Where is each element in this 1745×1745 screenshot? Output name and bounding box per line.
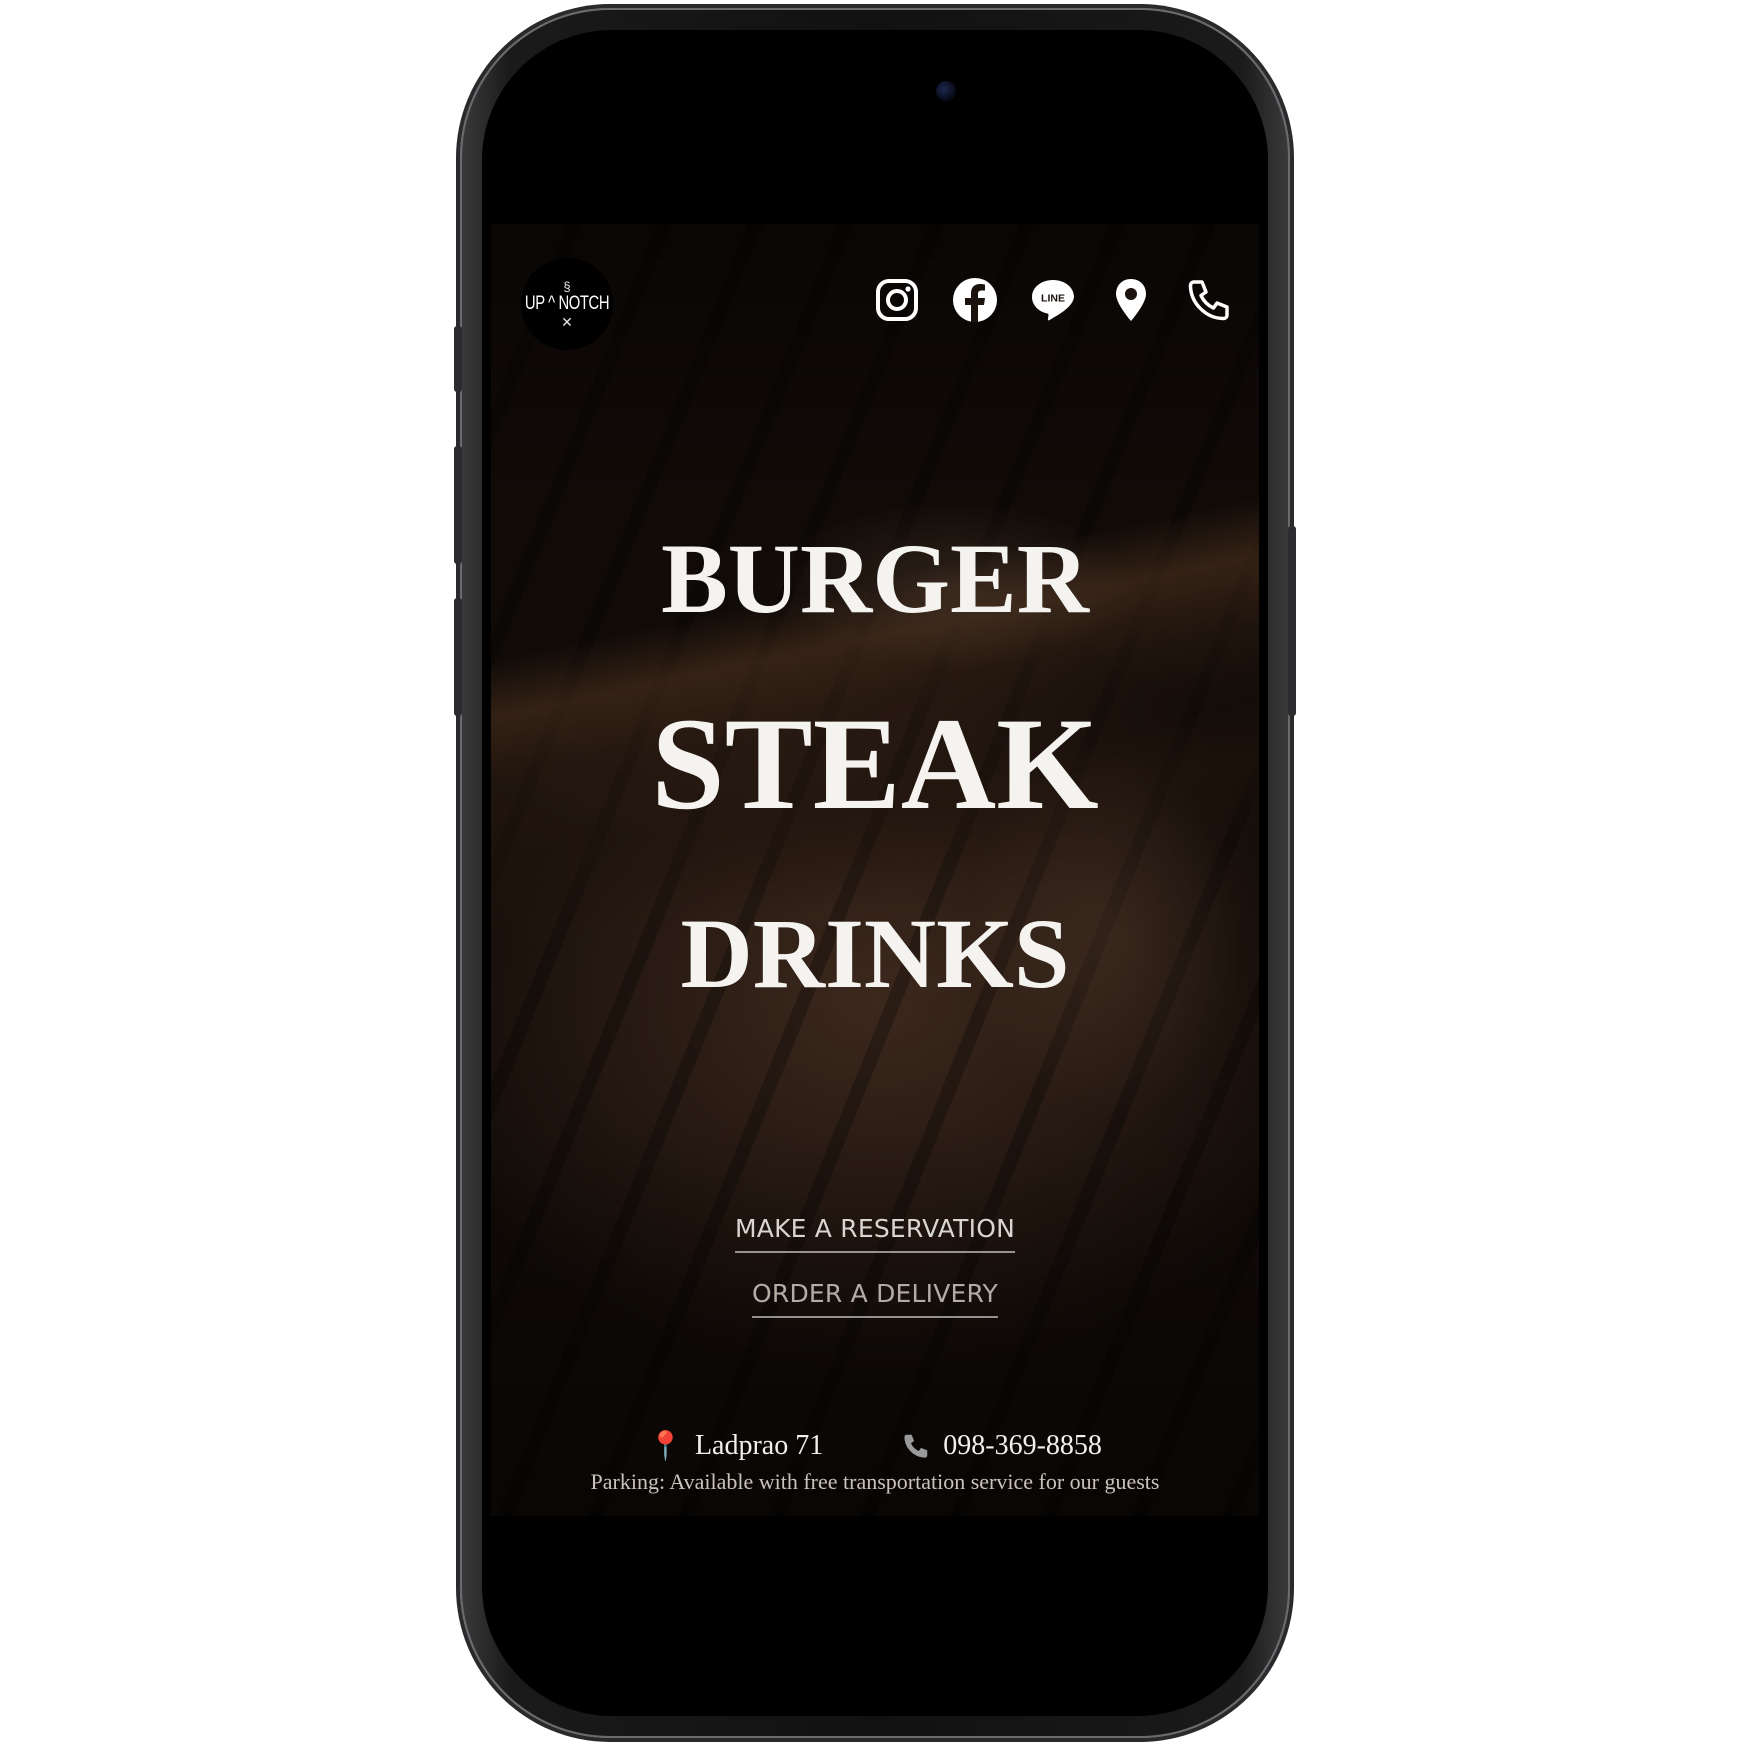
volume-down-button	[454, 598, 462, 716]
contact-info: 📍 Ladprao 71 098-369-8858	[491, 1429, 1259, 1463]
social-links: LINE	[873, 276, 1233, 324]
hero-burger: BURGER	[661, 523, 1089, 634]
make-reservation-link[interactable]: MAKE A RESERVATION	[491, 1214, 1259, 1253]
parking-note: Parking: Available with free transportat…	[590, 1469, 1160, 1494]
map-link[interactable]	[1107, 276, 1155, 324]
instagram-link[interactable]	[873, 276, 921, 324]
action-button	[454, 326, 462, 392]
location-text: Ladprao 71	[694, 1430, 824, 1461]
hero-drinks: DRINKS	[680, 898, 1070, 1009]
hero-steak: STEAK	[651, 690, 1099, 837]
call-link[interactable]	[1185, 276, 1233, 324]
phone-icon	[1188, 280, 1229, 321]
map-pin-icon	[1116, 279, 1146, 321]
phone-number-text: 098-369-8858	[943, 1430, 1102, 1461]
volume-up-button	[454, 446, 462, 564]
phone-item[interactable]: 098-369-8858	[901, 1429, 1102, 1463]
line-icon: LINE	[1032, 280, 1074, 321]
order-delivery-link[interactable]: ORDER A DELIVERY	[491, 1279, 1259, 1318]
screenshot-stage: § UP ^ NOTCH ✕ LINE BURGER STEAK DRINKS …	[0, 0, 1745, 1745]
dynamic-island	[762, 57, 986, 125]
brand-logo[interactable]: § UP ^ NOTCH ✕	[521, 258, 613, 350]
instagram-icon	[876, 279, 918, 321]
logo-text: UP ^ NOTCH	[524, 292, 610, 314]
line-link[interactable]: LINE	[1029, 276, 1077, 324]
make-reservation-label: MAKE A RESERVATION	[735, 1214, 1015, 1253]
telephone-icon	[904, 1434, 928, 1458]
website-viewport[interactable]: § UP ^ NOTCH ✕ LINE BURGER STEAK DRINKS …	[491, 224, 1259, 1516]
facebook-link[interactable]	[951, 276, 999, 324]
line-icon-label: LINE	[1041, 293, 1065, 305]
location-item[interactable]: 📍 Ladprao 71	[648, 1429, 823, 1463]
facebook-icon	[953, 278, 997, 322]
power-button	[1288, 526, 1296, 716]
order-delivery-label: ORDER A DELIVERY	[752, 1279, 998, 1318]
pushpin-icon: 📍	[648, 1431, 683, 1462]
logo-flame-icon: §	[563, 278, 571, 294]
logo-utensils-icon: ✕	[561, 313, 573, 330]
camera-lens	[936, 81, 956, 101]
